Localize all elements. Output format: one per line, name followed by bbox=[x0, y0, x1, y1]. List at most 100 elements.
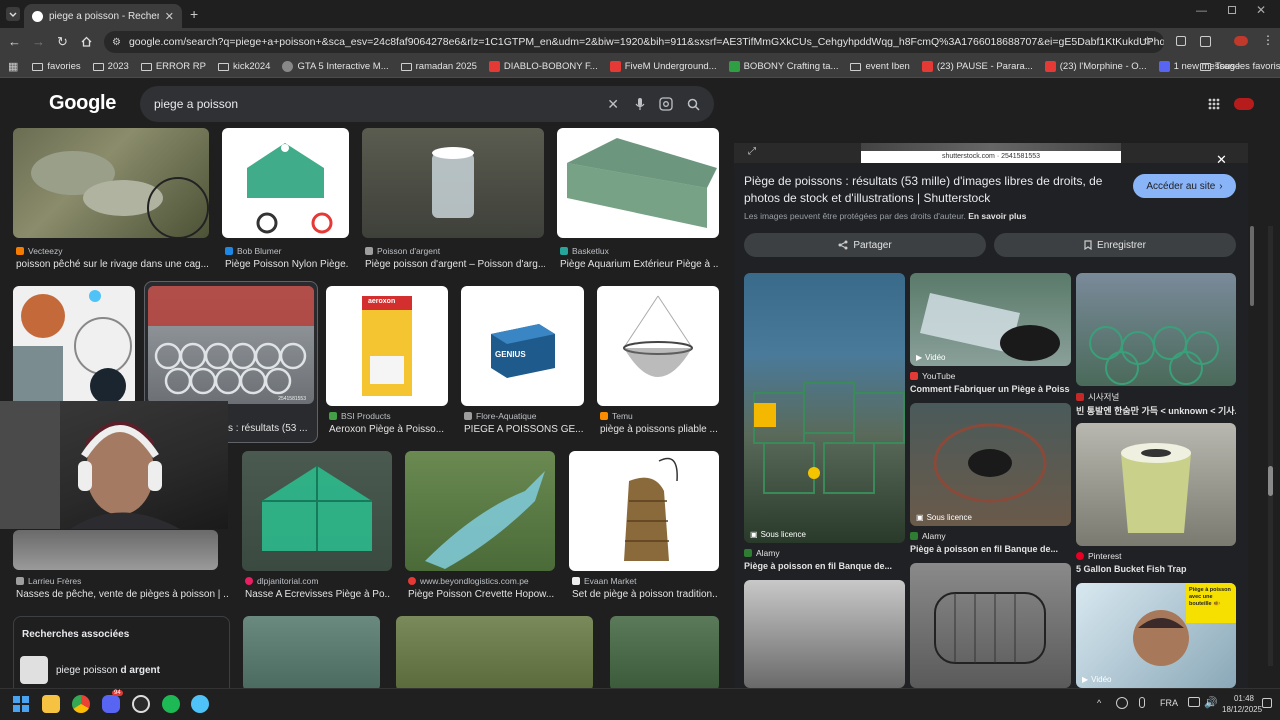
bookmark-error-rp[interactable]: ERROR RP bbox=[140, 61, 206, 72]
window-close-icon[interactable]: ✕ bbox=[1256, 3, 1266, 17]
bookmark-event[interactable]: event Iben bbox=[850, 61, 910, 72]
bookmark-favories[interactable]: favories bbox=[32, 61, 81, 72]
similar-caption[interactable]: Piège à poisson en fil Banque de... bbox=[744, 561, 904, 571]
result-source[interactable]: Bob Blumer bbox=[225, 246, 281, 256]
result-caption[interactable]: Nasse A Ecrevisses Piège à Po... bbox=[245, 589, 391, 600]
similar-source[interactable]: 시사저널 bbox=[1076, 391, 1119, 403]
file-explorer-icon[interactable] bbox=[42, 695, 60, 713]
obs-icon[interactable] bbox=[132, 695, 150, 713]
result-image-shrimp-trap[interactable] bbox=[405, 451, 555, 571]
similar-source[interactable]: Alamy bbox=[744, 548, 780, 558]
similar-caption[interactable]: 빈 통발엔 한숨만 가득 < unknown < 기사... bbox=[1076, 404, 1236, 417]
puzzle-icon[interactable] bbox=[1200, 36, 1211, 47]
maximize-icon[interactable] bbox=[1228, 6, 1236, 14]
profile-icon[interactable] bbox=[1234, 36, 1248, 46]
menu-kebab-icon[interactable]: ⋮ bbox=[1262, 33, 1274, 47]
forward-arrow-icon[interactable]: → bbox=[32, 34, 45, 49]
result-caption[interactable]: poisson pêché sur le rivage dans une cag… bbox=[16, 259, 208, 270]
site-info-icon[interactable]: ⚙ bbox=[112, 37, 121, 48]
bookmark-diablo[interactable]: DIABLO-BOBONY F... bbox=[488, 61, 598, 72]
clear-icon[interactable]: ✕ bbox=[607, 96, 619, 113]
save-button[interactable]: Enregistrer bbox=[994, 233, 1236, 257]
tray-chevron-icon[interactable]: ^ bbox=[1097, 698, 1101, 708]
similar-image-cylinder-trap[interactable] bbox=[910, 563, 1071, 688]
mic-tray-icon[interactable] bbox=[1139, 697, 1145, 708]
result-caption[interactable]: Piège poisson d'argent – Poisson d'arg..… bbox=[365, 259, 545, 270]
result-caption[interactable]: s : résultats (53 ... bbox=[228, 423, 316, 434]
panel-title[interactable]: Piège de poissons : résultats (53 mille)… bbox=[744, 173, 1114, 207]
result-caption[interactable]: PIEGE A POISSONS GE... bbox=[464, 424, 584, 435]
result-source[interactable]: Larrieu Frères bbox=[16, 576, 81, 586]
google-apps-icon[interactable] bbox=[1208, 98, 1220, 110]
result-source[interactable]: Vecteezy bbox=[16, 246, 63, 256]
result-image-genius[interactable]: GENIUS bbox=[461, 286, 584, 406]
result-image-foldable-trap[interactable] bbox=[597, 286, 719, 406]
minimize-icon[interactable]: — bbox=[1196, 5, 1207, 17]
result-source[interactable]: BSI Products bbox=[329, 411, 391, 421]
language-indicator[interactable]: FRA bbox=[1160, 698, 1178, 708]
bookmark-pause[interactable]: (23) PAUSE - Parara... bbox=[921, 61, 1033, 72]
result-image-nylon-trap[interactable] bbox=[222, 128, 349, 238]
result-caption[interactable]: Nasses de pêche, vente de pièges à poiss… bbox=[16, 589, 228, 600]
google-logo[interactable]: Google bbox=[49, 92, 116, 115]
similar-image-bottle-video-2[interactable]: Piège à poisson avec une bouteille 🐠 ▶ Vi… bbox=[1076, 583, 1236, 688]
related-search-item[interactable]: piege poisson d argent bbox=[20, 655, 228, 685]
panel-scrollbar-thumb[interactable] bbox=[1250, 226, 1254, 306]
result-caption[interactable]: Set de piège à poisson tradition... bbox=[572, 589, 718, 600]
search-input[interactable]: piege a poisson ✕ bbox=[140, 86, 714, 122]
tab-search-icon[interactable] bbox=[6, 7, 20, 21]
back-arrow-icon[interactable]: ← bbox=[8, 34, 21, 49]
windows-start-icon[interactable] bbox=[12, 695, 30, 713]
similar-image-wire-trap[interactable]: ▣ Sous licence bbox=[910, 403, 1071, 526]
sync-icon[interactable] bbox=[1116, 697, 1128, 709]
discord-icon[interactable]: 94 bbox=[102, 690, 123, 713]
result-source[interactable]: Flore-Aquatique bbox=[464, 411, 536, 421]
tab-google-search[interactable]: piege a poisson - Recherche G ✕ bbox=[24, 4, 182, 28]
tab-close-icon[interactable]: ✕ bbox=[165, 10, 174, 23]
result-source[interactable]: Temu bbox=[600, 411, 633, 421]
result-caption[interactable]: Piège Poisson Nylon Piège... bbox=[225, 259, 349, 270]
similar-source[interactable]: Alamy bbox=[910, 531, 946, 541]
similar-image-harbor-pots[interactable] bbox=[1076, 273, 1236, 386]
result-image-wicker-trap[interactable] bbox=[610, 616, 719, 688]
bookmark-ramadan[interactable]: ramadan 2025 bbox=[400, 61, 477, 72]
expand-icon[interactable]: ⤢ bbox=[748, 146, 756, 157]
result-source[interactable]: www.beyondlogistics.com.pe bbox=[408, 576, 529, 586]
reload-icon[interactable]: ↻ bbox=[57, 34, 68, 50]
result-caption[interactable]: Aeroxon Piège à Poisso... bbox=[329, 424, 447, 435]
bookmark-2023[interactable]: 2023 bbox=[92, 61, 129, 72]
network-icon[interactable] bbox=[1188, 697, 1200, 707]
close-panel-icon[interactable]: ✕ bbox=[1216, 152, 1227, 168]
result-image-aeroxon[interactable]: aeroxon bbox=[326, 286, 448, 406]
search-icon[interactable] bbox=[687, 98, 700, 111]
page-scrollbar[interactable] bbox=[1268, 226, 1273, 666]
result-image-shutterstock-traps[interactable]: 2541581553 bbox=[148, 286, 314, 404]
spotify-icon[interactable] bbox=[162, 695, 180, 713]
apps-grid-icon[interactable]: ▦ bbox=[8, 60, 18, 73]
result-image-collage[interactable] bbox=[13, 286, 135, 406]
result-image-aquarium-trap[interactable] bbox=[557, 128, 719, 238]
learn-more-link[interactable]: En savoir plus bbox=[968, 211, 1026, 221]
similar-caption[interactable]: Piège à poisson en fil Banque de... bbox=[910, 544, 1070, 554]
similar-source[interactable]: YouTube bbox=[910, 371, 955, 381]
bookmark-star-icon[interactable]: ☆ bbox=[1142, 34, 1153, 48]
result-image-reed-trap[interactable] bbox=[396, 616, 593, 688]
result-caption[interactable]: Piège Aquarium Extérieur Piège à ... bbox=[560, 259, 718, 270]
similar-caption[interactable]: 5 Gallon Bucket Fish Trap bbox=[1076, 564, 1236, 574]
result-image-silverfish-trap[interactable] bbox=[362, 128, 544, 238]
page-scrollbar-thumb[interactable] bbox=[1268, 466, 1273, 496]
microphone-icon[interactable] bbox=[635, 97, 645, 111]
similar-caption[interactable]: Comment Fabriquer un Piège à Poisson... bbox=[910, 384, 1070, 394]
account-avatar[interactable] bbox=[1234, 98, 1254, 110]
panel-scrollbar[interactable] bbox=[1250, 226, 1254, 666]
similar-image-bucket-trap[interactable] bbox=[1076, 423, 1236, 546]
result-image-fish-cage[interactable] bbox=[13, 128, 209, 238]
extension-icon[interactable] bbox=[1176, 36, 1186, 46]
app-globe-icon[interactable] bbox=[191, 695, 209, 713]
bookmark-bobony[interactable]: BOBONY Crafting ta... bbox=[728, 61, 838, 72]
result-image-crayfish-trap[interactable] bbox=[242, 451, 392, 571]
all-bookmarks[interactable]: Tous les favoris bbox=[1200, 61, 1280, 72]
result-caption[interactable]: Piège Poisson Crevette Hopow... bbox=[408, 589, 554, 600]
result-source[interactable]: Evaan Market bbox=[572, 576, 636, 586]
similar-source[interactable]: Pinterest bbox=[1076, 551, 1122, 561]
